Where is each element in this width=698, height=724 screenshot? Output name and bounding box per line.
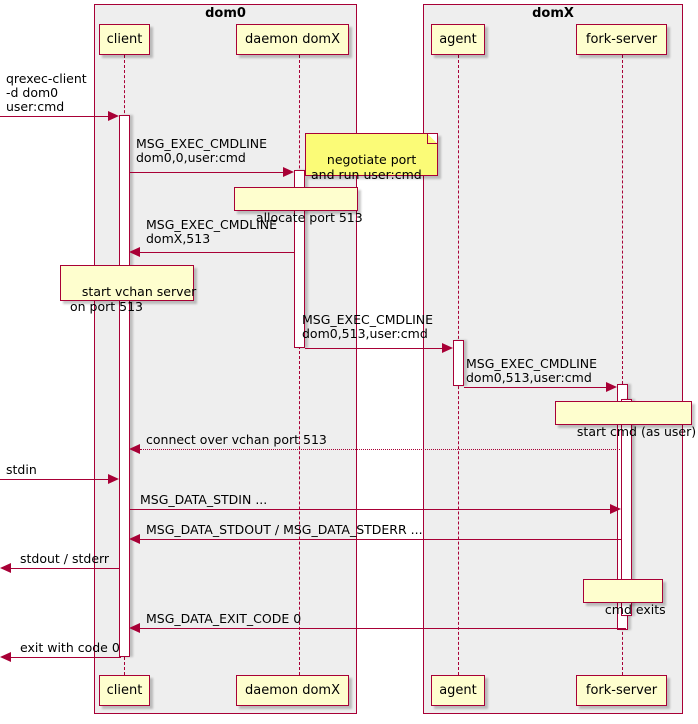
- message-line-m10: [11, 568, 119, 569]
- participant-agent-top[interactable]: agent: [431, 24, 485, 55]
- note-cmd-exits: cmd exits: [583, 579, 666, 617]
- note-fold-corner-icon: [427, 134, 437, 144]
- note-negotiate-port: negotiate port and run user:cmd: [305, 133, 438, 182]
- participant-daemon-domx-bottom[interactable]: daemon domX: [236, 675, 349, 706]
- message-arrowhead-m6: [129, 444, 140, 454]
- activation-client: [119, 115, 130, 657]
- message-line-m12: [11, 657, 121, 658]
- message-label-m6: connect over vchan port 513: [146, 432, 327, 447]
- message-label-m7: stdin: [6, 462, 37, 477]
- participant-daemon-domx-top[interactable]: daemon domX: [236, 24, 349, 55]
- message-arrowhead-m3: [129, 247, 140, 257]
- message-line-m3: [140, 252, 294, 253]
- message-arrowhead-m8: [610, 504, 621, 514]
- group-box-dom0: [94, 4, 357, 714]
- note-start-cmd: start cmd (as user): [555, 401, 696, 439]
- note-cmd-exits-label: cmd exits: [604, 602, 666, 617]
- message-line-m9: [140, 539, 622, 540]
- group-title-dom0: dom0: [205, 6, 246, 21]
- message-label-m2: MSG_EXEC_CMDLINE dom0,0,user:cmd: [136, 136, 268, 165]
- message-line-m6: [140, 449, 622, 450]
- message-label-m10: stdout / stderr: [20, 551, 110, 566]
- message-arrowhead-m1: [108, 111, 119, 121]
- sequence-diagram: dom0 domX client daemon domX agent fork-…: [0, 0, 698, 724]
- participant-fork-server-bottom[interactable]: fork-server: [576, 675, 667, 706]
- message-arrowhead-m10: [0, 563, 11, 573]
- participant-client-top[interactable]: client: [99, 24, 150, 55]
- message-label-m11: MSG_DATA_EXIT_CODE 0: [146, 611, 302, 626]
- message-label-m8: MSG_DATA_STDIN ...: [140, 492, 268, 507]
- participant-client-bottom[interactable]: client: [99, 675, 150, 706]
- message-line-m8: [130, 509, 612, 510]
- activation-agent: [453, 340, 464, 386]
- message-label-m4: MSG_EXEC_CMDLINE dom0,513,user:cmd: [302, 312, 434, 341]
- message-line-m7: [0, 479, 110, 480]
- participant-agent-bottom[interactable]: agent: [431, 675, 485, 706]
- message-arrowhead-m7: [108, 474, 119, 484]
- message-line-m4: [305, 348, 444, 349]
- message-label-m12: exit with code 0: [20, 640, 120, 655]
- message-arrowhead-m5: [606, 382, 617, 392]
- group-title-domx: domX: [532, 6, 574, 21]
- message-line-m11: [140, 628, 626, 629]
- note-allocate-port: allocate port 513: [234, 187, 363, 225]
- message-label-m1: qrexec-client -d dom0 user:cmd: [6, 71, 87, 114]
- message-arrowhead-m11: [129, 623, 140, 633]
- message-line-m2: [130, 172, 285, 173]
- message-line-m5: [464, 387, 608, 388]
- message-label-m5: MSG_EXEC_CMDLINE dom0,513,user:cmd: [466, 356, 598, 385]
- message-arrowhead-m4: [442, 343, 453, 353]
- note-negotiate-port-label: negotiate port and run user:cmd: [311, 152, 422, 182]
- message-label-m9: MSG_DATA_STDOUT / MSG_DATA_STDERR ...: [146, 522, 423, 537]
- note-allocate-port-label: allocate port 513: [255, 210, 363, 225]
- message-arrowhead-m12: [0, 652, 11, 662]
- lifeline-daemon-domx: [299, 55, 300, 675]
- message-arrowhead-m2: [283, 167, 294, 177]
- note-start-cmd-label: start cmd (as user): [576, 424, 697, 439]
- note-start-vchan-server: start vchan server on port 513: [60, 265, 196, 314]
- participant-fork-server-top[interactable]: fork-server: [576, 24, 667, 55]
- message-line-m1: [0, 116, 110, 117]
- message-arrowhead-m9: [129, 534, 140, 544]
